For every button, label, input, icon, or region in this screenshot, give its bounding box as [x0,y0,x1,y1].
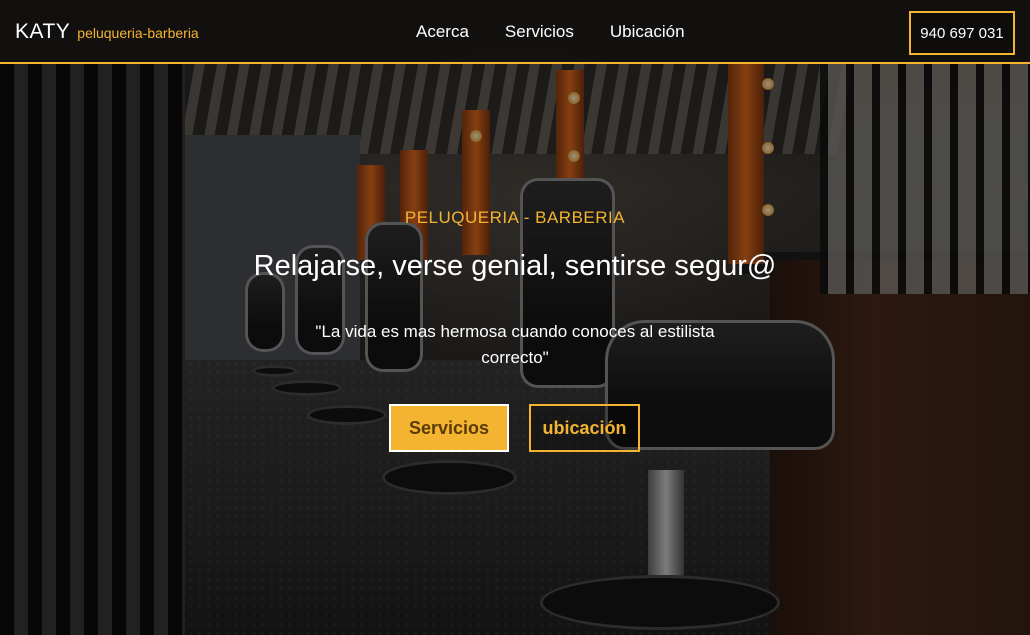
phone-button[interactable]: 940 697 031 [909,11,1015,55]
hero-headline: Relajarse, verse genial, sentirse segur@ [253,250,777,282]
brand-tagline: peluqueria-barberia [77,25,199,41]
servicios-button[interactable]: Servicios [389,404,509,452]
hero-quote: "La vida es mas hermosa cuando conoces a… [315,322,715,367]
nav-link-ubicacion[interactable]: Ubicación [610,22,685,42]
hero-background-image [0,0,1030,635]
brand-name: KATY [15,20,71,43]
nav-link-acerca[interactable]: Acerca [416,22,469,42]
nav-links: Acerca Servicios Ubicación [416,22,721,42]
hero-kicker: PELUQUERIA - BARBERIA [404,208,626,227]
brand-logo[interactable]: KATY peluqueria-barberia [15,20,199,44]
top-navbar: KATY peluqueria-barberia Acerca Servicio… [0,0,1030,64]
ubicacion-button[interactable]: ubicación [529,404,640,452]
nav-link-servicios[interactable]: Servicios [505,22,574,42]
